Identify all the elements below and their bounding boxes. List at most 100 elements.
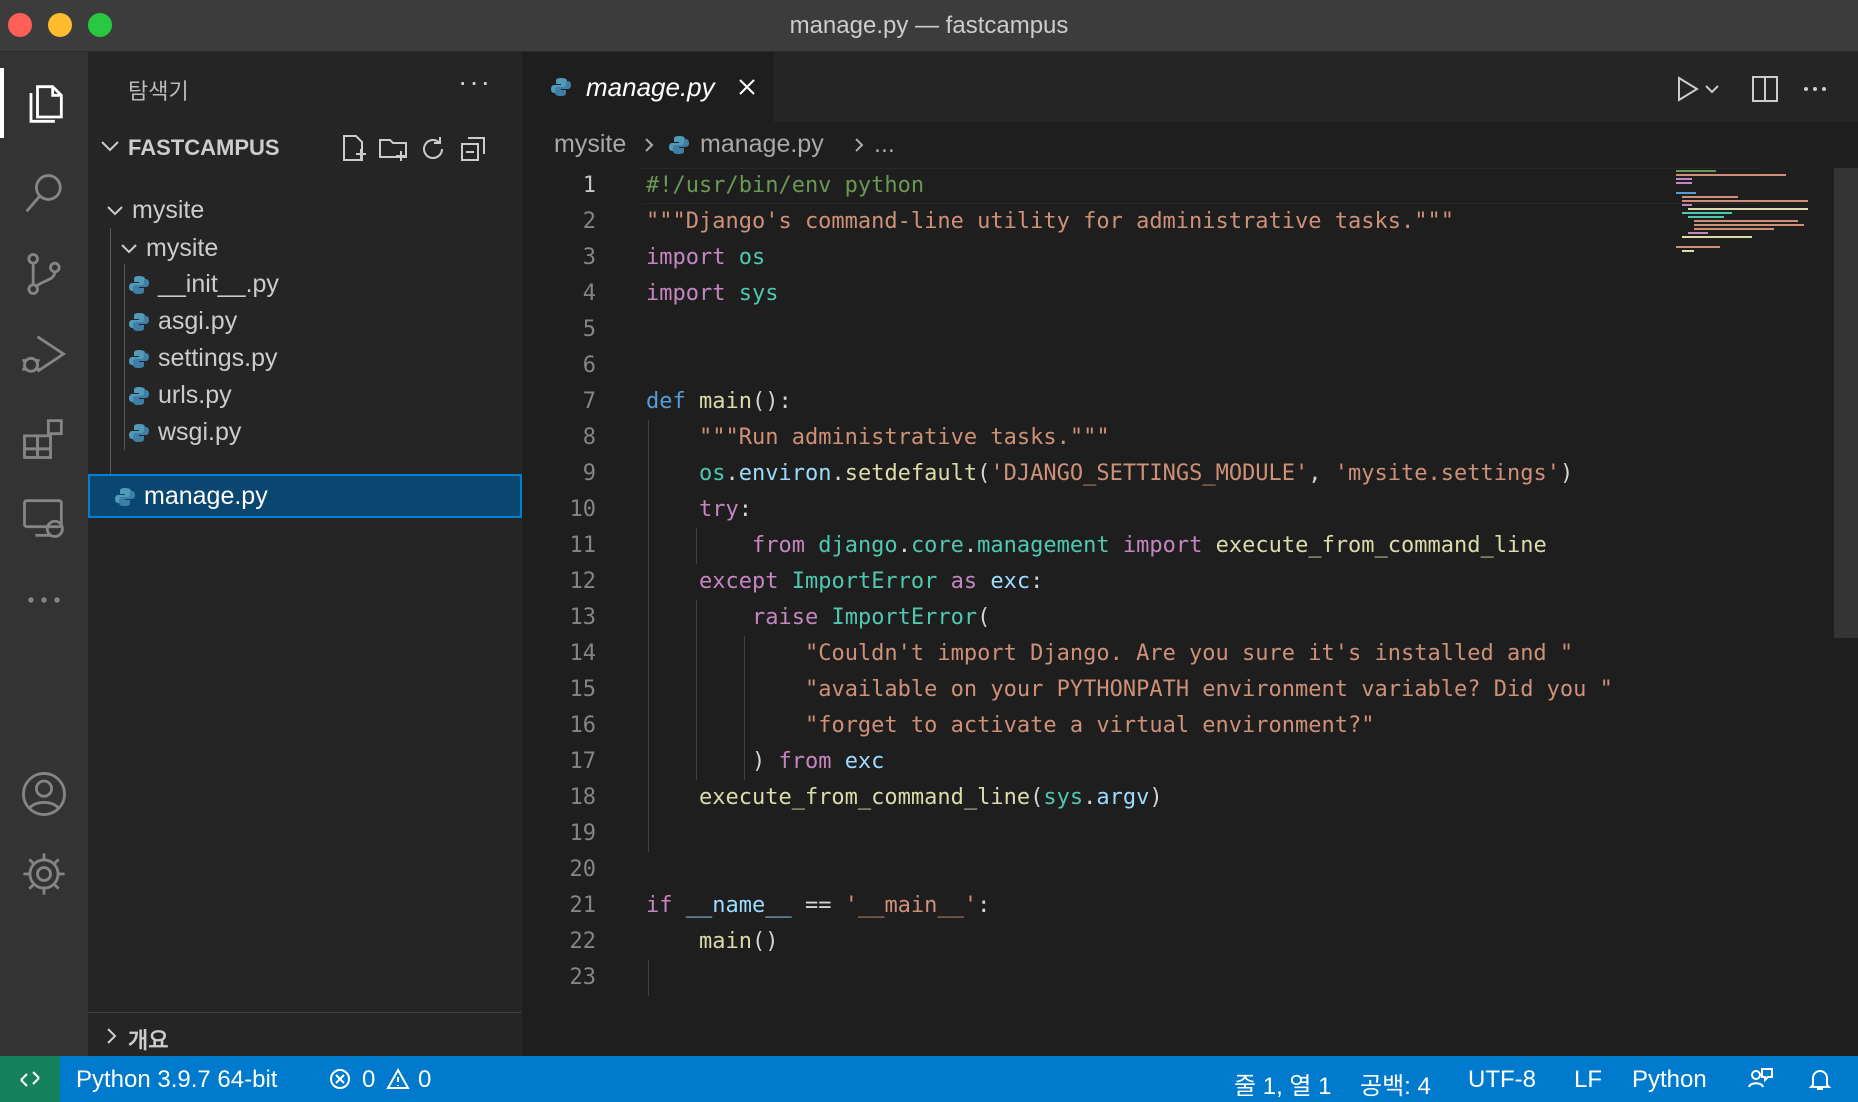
settings-gear-icon[interactable] <box>14 844 74 904</box>
run-debug-icon[interactable] <box>14 324 74 384</box>
minimap-line <box>1676 192 1696 194</box>
code-token: """Run administrative tasks.""" <box>698 425 1110 450</box>
minimap-line <box>1676 174 1786 176</box>
line-number: 15 <box>569 677 597 702</box>
python-file-icon <box>129 276 149 294</box>
code-token: sys <box>738 281 779 306</box>
remote-indicator[interactable] <box>0 1056 60 1102</box>
code-token: 'mysite.settings' <box>1334 461 1560 486</box>
tree-file-selected[interactable]: manage.py <box>88 474 522 518</box>
python-interpreter[interactable]: Python 3.9.7 64-bit <box>76 1066 277 1094</box>
code-line: "available on your PYTHONPATH environmen… <box>646 672 1613 708</box>
line-number: 9 <box>582 461 596 486</box>
code-line: raise ImportError( <box>751 605 991 630</box>
python-file-icon <box>551 78 571 96</box>
minimap-line <box>1682 196 1738 198</box>
breadcrumb-more[interactable]: ... <box>874 130 895 159</box>
code-token: management <box>977 533 1110 558</box>
code-line: main() <box>698 929 779 954</box>
code-token: except <box>698 569 779 594</box>
breadcrumb-file[interactable]: manage.py <box>700 130 824 159</box>
minimap-line <box>1682 200 1808 202</box>
remote-explorer-icon[interactable] <box>14 488 74 548</box>
line-number: 23 <box>569 965 597 990</box>
code-token: #!/usr/bin/env python <box>646 173 925 198</box>
more-icon[interactable] <box>14 570 74 630</box>
line-number: 6 <box>582 353 596 378</box>
new-file-icon[interactable] <box>336 132 370 166</box>
line-number: 16 <box>569 713 597 738</box>
minimap-line <box>1682 236 1752 238</box>
collapse-all-icon[interactable] <box>456 132 490 166</box>
feedback-icon[interactable] <box>1746 1065 1774 1093</box>
python-file-icon <box>129 424 149 442</box>
code-editor[interactable]: 1 2 3 4 5 6 7 8 9 10 11 12 13 14 15 16 1… <box>522 168 1858 1056</box>
end-of-line[interactable]: LF <box>1574 1066 1602 1094</box>
vertical-scrollbar[interactable] <box>1834 168 1858 638</box>
accounts-icon[interactable] <box>14 764 74 824</box>
sidebar-title: 탐색기 <box>128 80 189 105</box>
minimap-line <box>1682 250 1694 252</box>
explorer-icon[interactable] <box>14 74 74 134</box>
python-file-icon <box>129 350 149 368</box>
extensions-icon[interactable] <box>14 408 74 468</box>
line-number: 11 <box>569 533 597 558</box>
run-icon[interactable] <box>1670 72 1704 106</box>
line-number: 22 <box>569 929 597 954</box>
warning-count[interactable]: 0 <box>418 1066 431 1094</box>
tree-folder-label: mysite <box>132 196 205 224</box>
code-token: "available on your PYTHONPATH environmen… <box>804 677 1613 702</box>
code-token: '__main__' <box>844 893 978 918</box>
outline-section-header[interactable]: 개요 <box>88 1012 522 1056</box>
more-actions-icon[interactable] <box>1798 72 1832 106</box>
code-token: core <box>910 533 964 558</box>
line-number: 12 <box>569 569 597 594</box>
chevron-right-icon <box>645 138 654 152</box>
code-token: from <box>778 749 832 774</box>
minimap-line <box>1688 208 1808 210</box>
line-number: 10 <box>569 497 597 522</box>
minimap-line <box>1676 246 1720 248</box>
tree-file[interactable]: wsgi.py <box>88 410 522 454</box>
code-token: as <box>950 569 978 594</box>
remote-icon <box>20 1071 40 1087</box>
code-line: except ImportError as exc: <box>698 569 1044 594</box>
code-token: execute_from_command_line <box>1215 533 1547 558</box>
code-line: execute_from_command_line(sys.argv) <box>698 785 1163 810</box>
code-token: execute_from_command_line <box>698 785 1031 810</box>
minimap-line <box>1694 220 1798 222</box>
code-line: os.environ.setdefault('DJANGO_SETTINGS_M… <box>698 461 1574 486</box>
search-icon[interactable] <box>14 164 74 224</box>
code-token: os <box>738 245 766 270</box>
tab-manage-py[interactable]: manage.py <box>522 52 774 122</box>
source-control-icon[interactable] <box>14 244 74 304</box>
sidebar-more-button[interactable]: ··· <box>458 66 492 98</box>
language-mode[interactable]: Python <box>1632 1066 1707 1094</box>
breadcrumb-folder[interactable]: mysite <box>554 130 626 159</box>
notifications-bell-icon[interactable] <box>1806 1065 1834 1093</box>
tree-folder-label: mysite <box>146 234 219 262</box>
workspace-section-header[interactable]: FASTCAMPUS <box>88 126 522 168</box>
code-token: """Django's command-line utility for adm… <box>646 209 1454 234</box>
code-line: """Django's command-line utility for adm… <box>646 204 1454 240</box>
code-token: import <box>646 281 726 306</box>
encoding[interactable]: UTF-8 <box>1468 1066 1536 1094</box>
split-editor-icon[interactable] <box>1748 72 1782 106</box>
indentation[interactable]: 공백: 4 <box>1360 1066 1431 1101</box>
chevron-down-icon[interactable] <box>1702 72 1722 106</box>
cursor-position[interactable]: 줄 1, 열 1 <box>1234 1066 1332 1101</box>
code-token: argv <box>1096 785 1150 810</box>
minimap-line <box>1688 232 1708 234</box>
error-count[interactable]: 0 <box>362 1066 375 1094</box>
refresh-icon[interactable] <box>416 132 450 166</box>
code-line: def main(): <box>646 389 792 414</box>
line-number: 4 <box>582 281 596 306</box>
code-line: """Run administrative tasks.""" <box>646 420 1110 456</box>
explorer-sidebar: 탐색기 ··· FASTCAMPUS mysite mysite __init_… <box>88 52 522 1056</box>
chevron-right-icon <box>855 138 864 152</box>
tree-file-label: manage.py <box>144 482 268 510</box>
close-icon[interactable] <box>736 76 758 98</box>
new-folder-icon[interactable] <box>376 132 410 166</box>
minimap[interactable] <box>1672 168 1812 268</box>
code-line: from django.core.management import execu… <box>751 533 1547 558</box>
